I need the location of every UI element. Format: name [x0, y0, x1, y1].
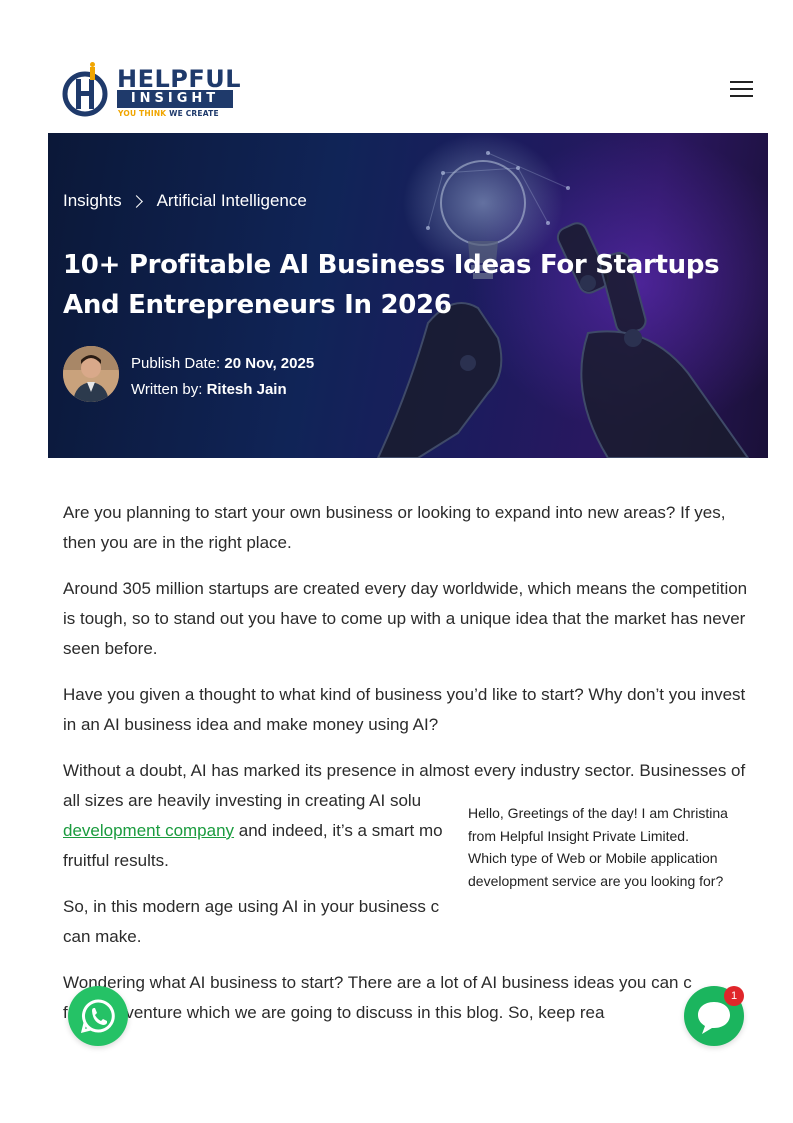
hero-banner: Insights Artificial Intelligence 10+ Pro…	[48, 133, 768, 458]
menu-line	[730, 81, 753, 83]
paragraph: Have you given a thought to what kind of…	[63, 685, 746, 734]
whatsapp-button[interactable]	[68, 986, 128, 1046]
publish-date-label: Publish Date:	[131, 355, 221, 372]
paragraph-text: fruitful results.	[63, 851, 169, 870]
breadcrumb: Insights Artificial Intelligence	[63, 191, 307, 211]
breadcrumb-insights-link[interactable]: Insights	[63, 191, 122, 211]
author-name[interactable]: Ritesh Jain	[207, 381, 287, 398]
logo-mark-icon	[62, 62, 108, 117]
logo-word: HELPFUL	[117, 65, 242, 93]
publish-date: 20 Nov, 2025	[224, 355, 315, 372]
avatar-photo	[63, 346, 119, 402]
paragraph: Around 305 million startups are created …	[63, 579, 748, 658]
paragraph: Are you planning to start your own busin…	[63, 503, 726, 552]
hamburger-icon[interactable]	[728, 78, 756, 102]
unread-count-badge: 1	[724, 986, 744, 1006]
menu-line	[730, 88, 753, 90]
paragraph: Wondering what AI business to start? The…	[63, 968, 755, 1028]
page-title: 10+ Profitable AI Business Ideas For Sta…	[63, 250, 720, 320]
tagline-you-think: YOU THINK	[118, 109, 167, 118]
chevron-right-icon	[129, 194, 143, 208]
author-label: Written by:	[131, 381, 203, 398]
site-header: HELPFUL INSIGHT YOU THINK WE CREATE	[0, 0, 793, 133]
paragraph-text: So, in this modern age using AI in your …	[63, 897, 440, 916]
paragraph-text: for your venture which we are going to d…	[63, 1003, 605, 1022]
paragraph-text: Wondering what AI business to start? The…	[63, 973, 692, 992]
chat-question-line: Which type of Web or Mobile application …	[468, 850, 724, 889]
breadcrumb-category-link[interactable]: Artificial Intelligence	[157, 191, 307, 211]
article-body: Are you planning to start your own busin…	[63, 498, 755, 1044]
chat-greeting-line: Hello, Greetings of the day! I am Christ…	[468, 805, 728, 844]
development-company-link[interactable]: development company	[63, 821, 234, 840]
publish-date-row: Publish Date: 20 Nov, 2025	[131, 351, 314, 377]
logo-sub: INSIGHT	[117, 90, 233, 108]
tagline-we-create: WE CREATE	[169, 109, 219, 118]
paragraph-text: can make.	[63, 927, 142, 946]
chat-greeting-popup[interactable]: Hello, Greetings of the day! I am Christ…	[456, 796, 746, 942]
logo-tagline: YOU THINK WE CREATE	[118, 109, 219, 118]
article-meta: Publish Date: 20 Nov, 2025 Written by: R…	[131, 351, 314, 403]
menu-line	[730, 95, 753, 97]
helpful-insight-logo[interactable]: HELPFUL INSIGHT YOU THINK WE CREATE	[62, 62, 241, 118]
paragraph-text: and indeed, it’s a smart mo	[234, 821, 443, 840]
author-avatar	[63, 346, 119, 402]
whatsapp-icon	[80, 999, 115, 1034]
author-row: Written by: Ritesh Jain	[131, 377, 314, 403]
